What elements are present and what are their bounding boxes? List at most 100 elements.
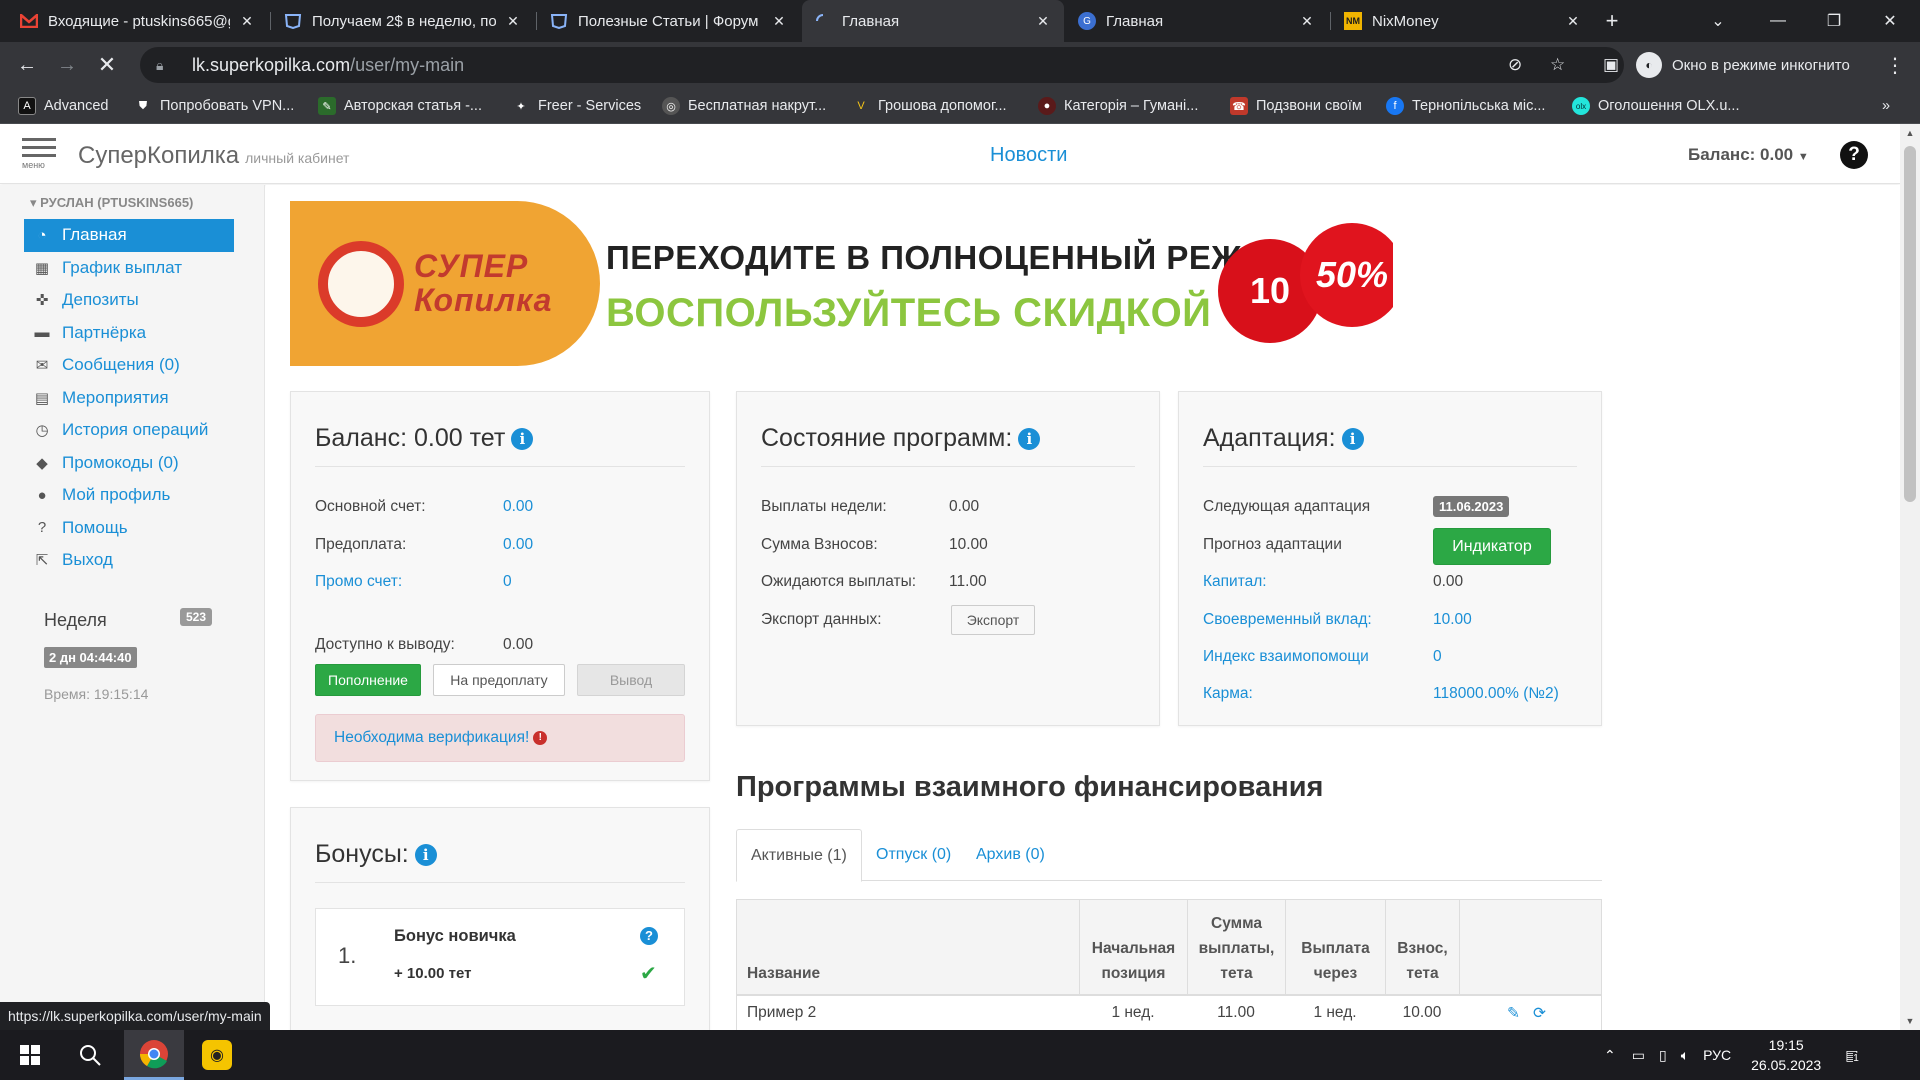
hamburger-icon (22, 138, 56, 141)
browser-tab-5[interactable]: G Главная ✕ (1066, 0, 1328, 42)
sidebar-item-deposits[interactable]: ✜ Депозиты (24, 284, 234, 317)
bookmark-item[interactable]: V Грошова допомог... (852, 88, 1006, 124)
close-icon[interactable]: ✕ (1034, 13, 1052, 30)
incognito-indicator[interactable]: ◐ Окно в режиме инкогнито (1636, 47, 1850, 83)
language-indicator[interactable]: РУС (1703, 1047, 1731, 1063)
menu-button[interactable]: меню (22, 138, 60, 170)
prepay-button[interactable]: На предоплату (433, 664, 565, 696)
status-url: https://lk.superkopilka.com/user/my-main (0, 1002, 270, 1030)
sidebar-item-logout[interactable]: ⇱ Выход (24, 544, 234, 577)
help-icon[interactable]: ? (1840, 141, 1868, 169)
more-bookmarks-icon[interactable]: » (1882, 88, 1890, 124)
close-icon[interactable]: ✕ (1564, 13, 1582, 30)
window-close-icon[interactable]: ✕ (1862, 0, 1918, 42)
sidebar-menu: ◔ Главная ▦ График выплат ✜ Депозиты ▬ Партн… (24, 219, 234, 577)
question-icon[interactable]: ? (640, 927, 658, 945)
header-balance-dropdown[interactable]: Баланс: 0.00 ▼ (1688, 145, 1809, 165)
lock-icon[interactable]: 🔒︎ (156, 57, 176, 74)
indicator-button[interactable]: Индикатор (1433, 528, 1551, 565)
bookmark-item[interactable]: ◎ Бесплатная накрут... (662, 88, 826, 124)
notifications-icon[interactable]: ▤ 1 (1845, 1047, 1859, 1064)
windows-start-icon[interactable] (6, 1030, 54, 1080)
new-tab-button[interactable]: + (1584, 0, 1640, 42)
chrome-taskbar-icon[interactable] (124, 1030, 184, 1080)
promo-banner[interactable]: СУПЕР Копилка ПЕРЕХОДИТЕ В ПОЛНОЦЕННЫЙ РЕ… (290, 201, 1393, 366)
export-button[interactable]: Экспорт (951, 605, 1035, 635)
eye-off-icon[interactable]: ⊘ (1508, 55, 1522, 75)
restore-icon[interactable]: ❐ (1806, 0, 1862, 42)
bookmark-item[interactable]: ☎ Подзвони своїм (1230, 88, 1362, 124)
user-name[interactable]: ▾ РУСЛАН (PTUSKINS665) (30, 195, 193, 211)
news-link[interactable]: Новости (990, 144, 1067, 167)
back-icon[interactable]: ← (12, 50, 42, 80)
bookmark-star-icon[interactable]: ☆ (1550, 55, 1565, 75)
site-header: меню СуперКопилка личный кабинет Новости … (0, 124, 1900, 184)
main-account-row: Основной счет: 0.00 (315, 498, 534, 515)
forward-icon[interactable]: → (52, 50, 82, 80)
programs-tabs: Активные (1) Отпуск (0) Архив (0) (736, 829, 1602, 882)
bookmark-item[interactable]: ⛊ Попробовать VPN... (134, 88, 294, 124)
close-icon[interactable]: ✕ (238, 13, 256, 30)
withdraw-button[interactable]: Вывод (577, 664, 685, 696)
sidebar-item-promocodes[interactable]: ◆ Промокоды (0) (24, 447, 234, 480)
page-scrollbar[interactable]: ▲ ▼ (1900, 124, 1920, 1030)
verification-alert[interactable]: Необходима верификация!! (315, 714, 685, 762)
sidebar-item-messages[interactable]: ✉ Сообщения (0) (24, 349, 234, 382)
bonus-name: Бонус новичка (394, 927, 516, 945)
close-icon[interactable]: ✕ (770, 13, 788, 30)
tab-active[interactable]: Активные (1) (736, 829, 862, 882)
info-icon[interactable]: i (1341, 428, 1364, 450)
info-icon[interactable]: i (1018, 428, 1041, 450)
url-path: /user/my-main (350, 54, 465, 75)
volume-icon[interactable]: 🔈︎ (1681, 1047, 1689, 1064)
sidebar-item-partners[interactable]: ▬ Партнёрка (24, 317, 234, 350)
network-icon[interactable]: ▭ (1632, 1047, 1645, 1064)
app-taskbar-icon[interactable]: ◉ (190, 1030, 244, 1080)
browser-tab-2[interactable]: Получаем 2$ в неделю, по ✕ (272, 0, 534, 42)
bookmark-item[interactable]: ● Категорія – Гумані... (1038, 88, 1198, 124)
scrollbar-thumb[interactable] (1904, 146, 1916, 502)
dashboard-icon: ◔ (37, 226, 47, 244)
sidebar-item-profile[interactable]: ● Мой профиль (24, 479, 234, 512)
browser-tab-gmail[interactable]: Входящие - ptuskins665@g ✕ (8, 0, 268, 42)
info-icon[interactable]: i (511, 428, 534, 450)
bookmark-item[interactable]: f Тернопільська міс... (1386, 88, 1545, 124)
scroll-down-icon[interactable]: ▼ (1900, 1016, 1920, 1026)
chevron-up-icon[interactable]: ⌃ (1604, 1047, 1616, 1064)
address-bar[interactable]: 🔒︎ lk.superkopilka.com/user/my-main ⊘ ☆ (140, 47, 1624, 83)
bookmark-item[interactable]: A Advanced (18, 88, 109, 124)
bookmark-item[interactable]: ✎ Авторская статья -... (318, 88, 482, 124)
edit-icon[interactable]: ✎ (1507, 1004, 1520, 1023)
weekly-payouts-row: Выплаты недели: 0.00 (761, 498, 980, 515)
info-icon[interactable]: i (414, 844, 437, 866)
kebab-menu-icon[interactable]: ⋮ (1880, 50, 1910, 80)
minimize-icon[interactable]: — (1750, 0, 1806, 42)
sidebar-item-schedule[interactable]: ▦ График выплат (24, 252, 234, 285)
stop-loading-icon[interactable]: ✕ (92, 50, 122, 80)
tab-search-icon[interactable]: ⌄ (1690, 0, 1746, 42)
sidebar-icon[interactable]: ▣ (1596, 50, 1626, 80)
brand-logo[interactable]: СуперКопилка личный кабинет (78, 142, 349, 170)
sidebar-item-history[interactable]: ◷ История операций (24, 414, 234, 447)
browser-tab-active[interactable]: Главная ✕ (802, 0, 1064, 42)
search-icon[interactable] (66, 1030, 114, 1080)
prepay-row: Предоплата: 0.00 (315, 536, 534, 553)
tab-archive[interactable]: Архив (0) (962, 829, 1059, 881)
tab-vacation[interactable]: Отпуск (0) (862, 829, 965, 881)
bookmark-item[interactable]: ✦ Freer - Services (512, 88, 641, 124)
close-icon[interactable]: ✕ (1298, 13, 1316, 30)
sidebar-item-main[interactable]: ◔ Главная (24, 219, 234, 252)
refresh-icon[interactable]: ⟳ (1533, 1004, 1546, 1023)
forecast-row: Прогноз адаптации (1203, 536, 1342, 553)
browser-tab-nixmoney[interactable]: NM NixMoney ✕ (1332, 0, 1594, 42)
sidebar-item-events[interactable]: ▤ Мероприятия (24, 382, 234, 415)
v-icon: V (857, 100, 865, 112)
clock[interactable]: 19:15 26.05.2023 (1751, 1035, 1821, 1075)
topup-button[interactable]: Пополнение (315, 664, 421, 696)
browser-tab-3[interactable]: Полезные Статьи | Форум ✕ (538, 0, 800, 42)
sidebar-item-help[interactable]: ? Помощь (24, 512, 234, 545)
scroll-up-icon[interactable]: ▲ (1900, 128, 1920, 138)
close-icon[interactable]: ✕ (504, 13, 522, 30)
bookmark-item[interactable]: olx Оголошення OLX.u... (1572, 88, 1739, 124)
display-icon[interactable]: ▯ (1659, 1047, 1667, 1064)
